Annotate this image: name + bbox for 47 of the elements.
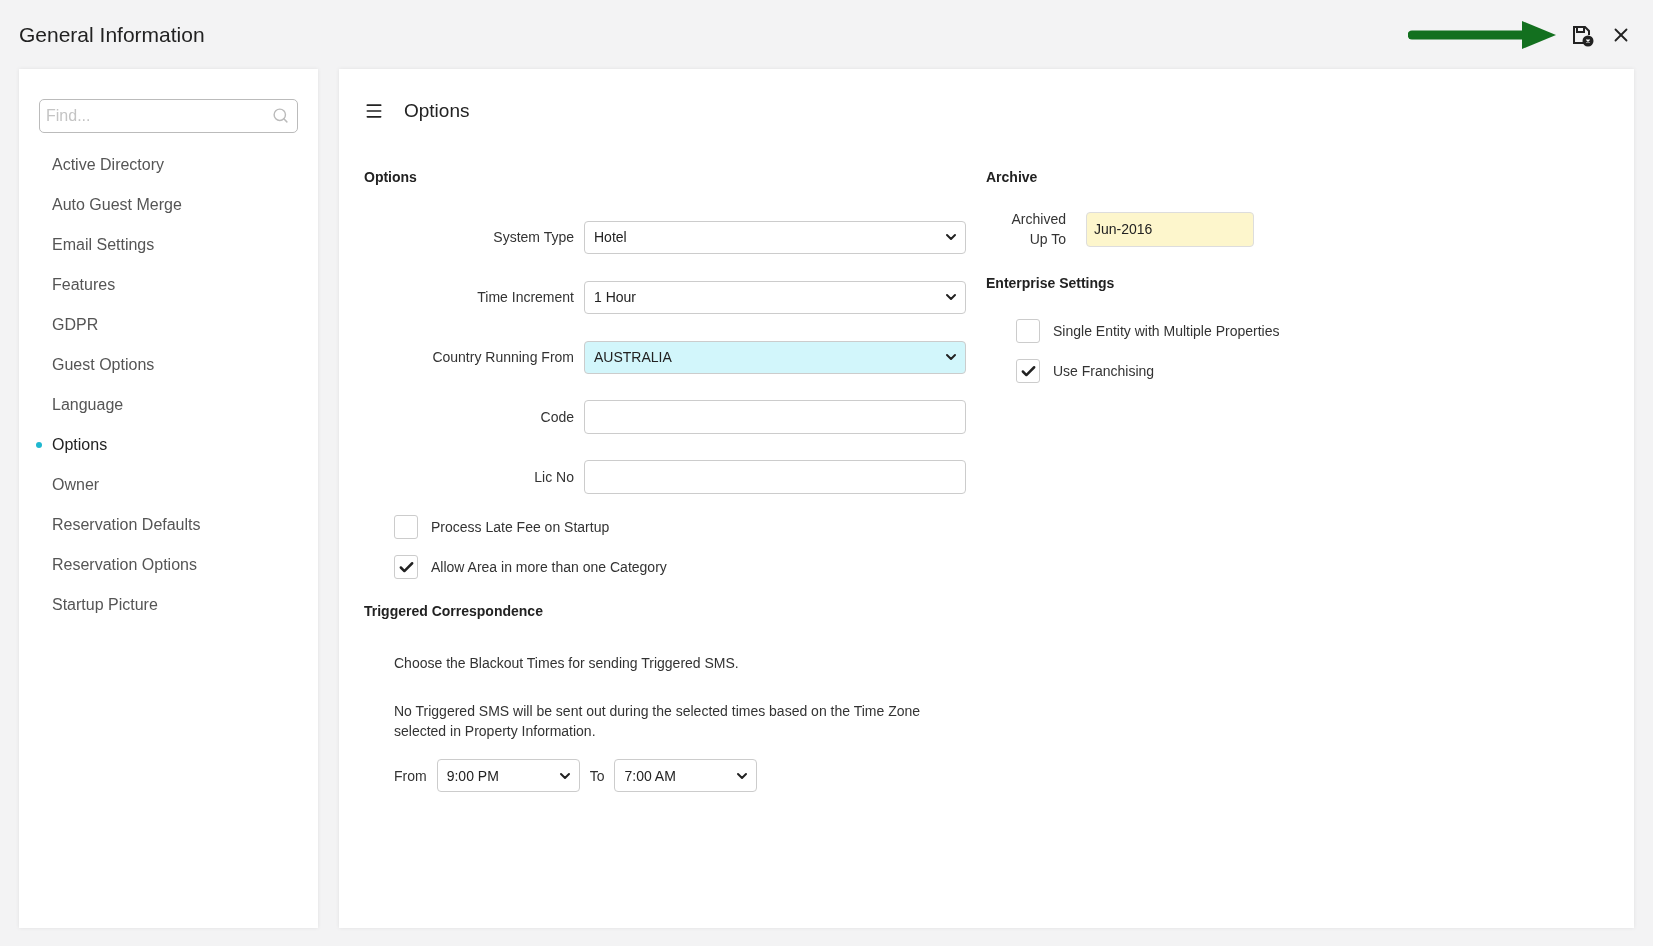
dropdown[interactable]: 1 Hour xyxy=(584,280,966,314)
sidebar-item[interactable]: Email Settings xyxy=(39,225,298,265)
sidebar-item[interactable]: Features xyxy=(39,265,298,305)
dropdown[interactable]: 7:00 AM xyxy=(614,759,758,792)
field-label: Code xyxy=(539,409,574,425)
window-title: General Information xyxy=(19,22,205,47)
dropdown[interactable]: Hotel xyxy=(584,220,966,254)
input-field[interactable] xyxy=(584,400,966,434)
section-heading: Enterprise Settings xyxy=(986,274,1116,293)
description-text: Choose the Blackout Times for sending Triggered SMS. xyxy=(393,654,740,673)
search-icon xyxy=(272,107,289,124)
menu-icon[interactable] xyxy=(364,101,384,121)
field-label: Lic No xyxy=(533,469,574,485)
field-label: Archived Up To xyxy=(1010,210,1066,249)
search-field[interactable]: Find... xyxy=(39,99,298,133)
input-field[interactable] xyxy=(584,460,966,494)
section-heading: Triggered Correspondence xyxy=(364,602,544,621)
field-label: Time Increment xyxy=(476,289,574,305)
sidebar-item[interactable]: Guest Options xyxy=(39,345,298,385)
field-label: Country Running From xyxy=(431,349,574,365)
panel-title: Options xyxy=(404,100,470,122)
section-heading: Archive xyxy=(986,168,1039,187)
checkbox-label: Use Franchising xyxy=(1053,363,1155,379)
dropdown[interactable]: 9:00 PM xyxy=(436,759,580,792)
sidebar-item[interactable]: Startup Picture xyxy=(39,585,298,625)
checkbox-label: Single Entity with Multiple Properties xyxy=(1053,323,1280,339)
sidebar-item[interactable]: Reservation Defaults xyxy=(39,505,298,545)
checkbox-label: Allow Area in more than one Category xyxy=(431,559,667,575)
checkbox[interactable] xyxy=(394,515,418,539)
checkbox[interactable] xyxy=(394,555,418,579)
checkbox-label: Process Late Fee on Startup xyxy=(431,519,610,535)
description-text: No Triggered SMS will be sent out during the selected times based on the Time Zone selected in Property Information. xyxy=(393,702,922,741)
section-heading: Options xyxy=(364,168,418,187)
sidebar-item[interactable]: Language xyxy=(39,385,298,425)
field-label: To xyxy=(589,767,605,784)
sidebar-item[interactable]: Options xyxy=(39,425,298,465)
checkbox[interactable] xyxy=(1016,359,1040,383)
sidebar-item[interactable]: GDPR xyxy=(39,305,298,345)
input-field[interactable]: Jun-2016 xyxy=(1086,211,1254,247)
dropdown[interactable]: AUSTRALIA xyxy=(584,340,966,374)
field-label: System Type xyxy=(492,229,574,245)
field-label: From xyxy=(394,767,427,784)
sidebar-item[interactable]: Reservation Options xyxy=(39,545,298,585)
sidebar-item[interactable]: Active Directory xyxy=(39,145,298,185)
sidebar-item[interactable]: Owner xyxy=(39,465,298,505)
checkbox[interactable] xyxy=(1016,319,1040,343)
sidebar-item[interactable]: Auto Guest Merge xyxy=(39,185,298,225)
